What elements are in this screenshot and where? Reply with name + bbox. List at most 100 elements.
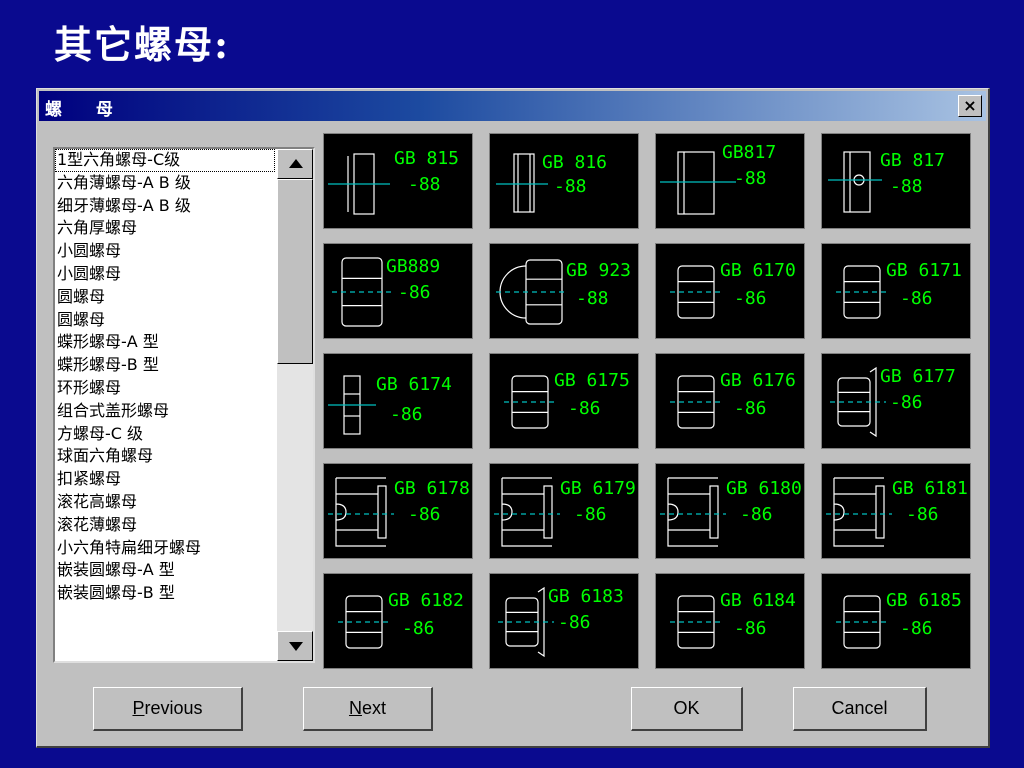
nut-type-list[interactable]: 1型六角螺母-C级 六角薄螺母-A B 级细牙薄螺母-A B 级六角厚螺母 小圆螺母… <box>53 147 315 663</box>
nut-tile[interactable]: GB 6181 -86 <box>821 463 971 559</box>
arrow-up-icon <box>289 159 303 168</box>
tile-standard-code: GB 6179 <box>560 478 636 499</box>
tile-standard-code: GB 816 <box>542 152 608 173</box>
tile-standard-year: -86 <box>408 504 441 525</box>
nut-tile[interactable]: GB 817 -88 <box>821 133 971 229</box>
nut-tile[interactable]: GB 6183 -86 <box>489 573 639 669</box>
hex-nut-profile-icon <box>670 265 722 319</box>
nut-tile[interactable]: GB 6177 -86 <box>821 353 971 449</box>
cap-nut-icon <box>496 259 566 325</box>
tile-standard-code: GB 815 <box>394 148 460 169</box>
ok-button[interactable]: OK <box>631 687 743 731</box>
nut-type-list-item[interactable]: 嵌装圆螺母-A 型 <box>55 559 275 582</box>
hex-nut-profile-icon <box>670 595 722 649</box>
tile-standard-code: GB 6180 <box>726 478 802 499</box>
tile-standard-year: -86 <box>574 504 607 525</box>
next-mnemonic: N <box>348 698 362 718</box>
tile-standard-year: -86 <box>906 504 939 525</box>
nut-tile[interactable]: GB 6175 -86 <box>489 353 639 449</box>
nut-type-list-item[interactable]: 六角厚螺母 <box>55 217 275 240</box>
tile-standard-year: -86 <box>390 404 423 425</box>
nut-tile[interactable]: GB 6179 -86 <box>489 463 639 559</box>
hex-nut-profile-icon <box>338 595 390 649</box>
close-button[interactable]: × <box>958 95 982 117</box>
tile-standard-code: GB 6178 <box>394 478 470 499</box>
nut-tile[interactable]: GB 6178 -86 <box>323 463 473 559</box>
tile-standard-year: -86 <box>900 288 933 309</box>
close-icon: × <box>963 96 977 115</box>
tile-standard-code: GB817 <box>722 142 777 163</box>
tile-standard-code: GB 6170 <box>720 260 796 281</box>
list-scrollbar[interactable] <box>277 149 313 661</box>
tile-standard-code: GB 817 <box>880 150 946 171</box>
nut-type-list-item[interactable]: 滚花薄螺母 <box>55 514 275 537</box>
nut-type-list-item[interactable]: 圆螺母 <box>55 309 275 332</box>
tile-standard-code: GB889 <box>386 256 441 277</box>
nut-type-list-item[interactable]: 细牙薄螺母-A B 级 <box>55 195 275 218</box>
tile-standard-code: GB 6182 <box>388 590 464 611</box>
nut-tile[interactable]: GB 6171 -86 <box>821 243 971 339</box>
tile-standard-code: GB 923 <box>566 260 632 281</box>
nut-type-list-item[interactable]: 小六角特扁细牙螺母 <box>55 537 275 560</box>
nut-tile[interactable]: GB 923 -88 <box>489 243 639 339</box>
tile-standard-year: -86 <box>734 618 767 639</box>
previous-mnemonic: P <box>132 698 145 718</box>
tile-standard-code: GB 6184 <box>720 590 796 611</box>
nut-type-list-item[interactable]: 球面六角螺母 <box>55 445 275 468</box>
nut-type-list-item[interactable]: 圆螺母 <box>55 286 275 309</box>
tile-standard-year: -88 <box>408 174 441 195</box>
nut-type-list-items: 1型六角螺母-C级 六角薄螺母-A B 级细牙薄螺母-A B 级六角厚螺母 小圆螺母… <box>55 149 275 661</box>
nut-tile[interactable]: GB 6185 -86 <box>821 573 971 669</box>
tile-standard-year: -86 <box>740 504 773 525</box>
nut-tile[interactable]: GB 6176 -86 <box>655 353 805 449</box>
nut-tile[interactable]: GB 6184 -86 <box>655 573 805 669</box>
nut-type-list-item[interactable]: 1型六角螺母-C级 <box>55 149 275 172</box>
tile-standard-code: GB 6176 <box>720 370 796 391</box>
hex-nut-profile-icon <box>670 375 722 429</box>
nut-type-list-item[interactable]: 小圆螺母 <box>55 240 275 263</box>
hex-nut-profile-icon <box>504 375 556 429</box>
nut-type-list-item[interactable]: 蝶形螺母-A 型 <box>55 331 275 354</box>
scroll-thumb[interactable] <box>277 179 313 364</box>
nut-type-list-item[interactable]: 扣紧螺母 <box>55 468 275 491</box>
tile-standard-year: -86 <box>398 282 431 303</box>
tile-standard-year: -86 <box>890 392 923 413</box>
nut-type-list-item[interactable]: 六角薄螺母-A B 级 <box>55 172 275 195</box>
nut-type-list-item[interactable]: 方螺母-C 级 <box>55 423 275 446</box>
dialog-title: 螺 母 <box>45 100 127 120</box>
tile-standard-year: -88 <box>576 288 609 309</box>
nut-tile[interactable]: GB889 -86 <box>323 243 473 339</box>
nut-tile[interactable]: GB 815 -88 <box>323 133 473 229</box>
hex-nut-profile-icon <box>836 595 888 649</box>
dialog-titlebar[interactable]: 螺 母 × <box>39 91 986 121</box>
scroll-down-button[interactable] <box>277 631 313 661</box>
nut-dialog: 螺 母 × 1型六角螺母-C级 六角薄螺母-A B 级细牙薄螺母-A B 级六角厚… <box>36 88 990 748</box>
nut-type-list-item[interactable]: 蝶形螺母-B 型 <box>55 354 275 377</box>
tile-standard-code: GB 6183 <box>548 586 624 607</box>
nut-tile[interactable]: GB 6180 -86 <box>655 463 805 559</box>
nut-tile[interactable]: GB 6182 -86 <box>323 573 473 669</box>
nut-type-list-item[interactable]: 环形螺母 <box>55 377 275 400</box>
thin-nut-profile-icon <box>328 375 376 435</box>
nut-type-list-item[interactable]: 嵌装圆螺母-B 型 <box>55 582 275 605</box>
tile-standard-code: GB 6181 <box>892 478 968 499</box>
tile-standard-year: -86 <box>402 618 435 639</box>
tile-standard-code: GB 6175 <box>554 370 630 391</box>
nut-tile[interactable]: GB 816 -88 <box>489 133 639 229</box>
slide-title: 其它螺母: <box>54 22 231 67</box>
previous-button[interactable]: Previous <box>93 687 243 731</box>
next-button[interactable]: Next <box>303 687 433 731</box>
tile-standard-code: GB 6171 <box>886 260 962 281</box>
scroll-up-button[interactable] <box>277 149 313 179</box>
nut-tile[interactable]: GB817 -88 <box>655 133 805 229</box>
nut-type-list-item[interactable]: 滚花高螺母 <box>55 491 275 514</box>
nut-type-list-item[interactable]: 小圆螺母 <box>55 263 275 286</box>
nut-tile[interactable]: GB 6174 -86 <box>323 353 473 449</box>
next-label: ext <box>361 698 386 718</box>
tile-standard-year: -88 <box>554 176 587 197</box>
nut-tile[interactable]: GB 6170 -86 <box>655 243 805 339</box>
tile-standard-code: GB 6185 <box>886 590 962 611</box>
tile-standard-year: -88 <box>890 176 923 197</box>
nut-type-list-item[interactable]: 组合式盖形螺母 <box>55 400 275 423</box>
cancel-button[interactable]: Cancel <box>793 687 927 731</box>
